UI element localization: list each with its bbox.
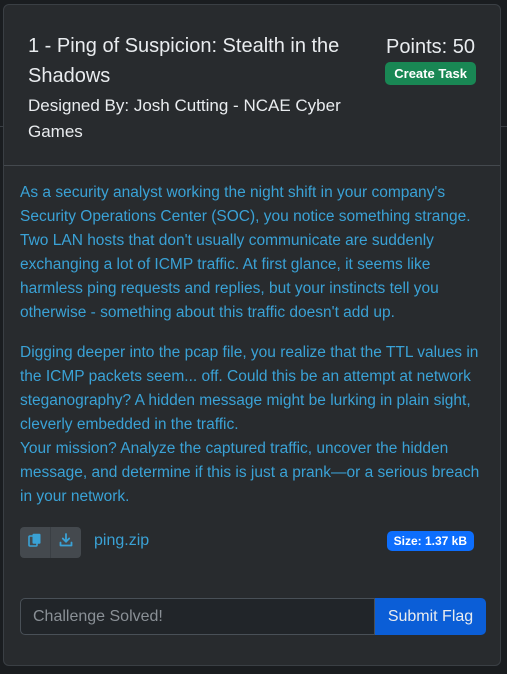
file-row: ping.zip Size: 1.37 kB	[20, 527, 484, 559]
file-actions	[20, 527, 81, 558]
create-task-button[interactable]: Create Task	[385, 62, 476, 85]
download-button[interactable]	[50, 527, 80, 558]
modal-body: As a security analyst working the night …	[4, 166, 500, 559]
download-icon	[59, 533, 73, 552]
flag-input[interactable]	[20, 598, 375, 635]
submit-flag-button[interactable]: Submit Flag	[375, 598, 486, 635]
copy-icon	[28, 533, 42, 552]
description-text-3: Your mission? Analyze the captured traff…	[20, 440, 480, 505]
copy-button[interactable]	[20, 527, 50, 558]
designer-credit: Designed By: Josh Cutting - NCAE Cyber G…	[28, 96, 341, 141]
flag-form: Submit Flag	[20, 598, 486, 635]
description-paragraph-2: Digging deeper into the pcap file, you r…	[20, 341, 490, 509]
challenge-title: 1 - Ping of Suspicion: Stealth in the Sh…	[28, 35, 340, 87]
challenge-modal: 1 - Ping of Suspicion: Stealth in the Sh…	[3, 4, 501, 666]
modal-header: 1 - Ping of Suspicion: Stealth in the Sh…	[4, 5, 500, 166]
file-size-badge: Size: 1.37 kB	[386, 531, 474, 551]
points-value: Points: 50	[386, 36, 475, 58]
description-text-2: Digging deeper into the pcap file, you r…	[20, 344, 479, 433]
file-download-link[interactable]: ping.zip	[94, 532, 149, 550]
description-paragraph-1: As a security analyst working the night …	[20, 184, 471, 321]
